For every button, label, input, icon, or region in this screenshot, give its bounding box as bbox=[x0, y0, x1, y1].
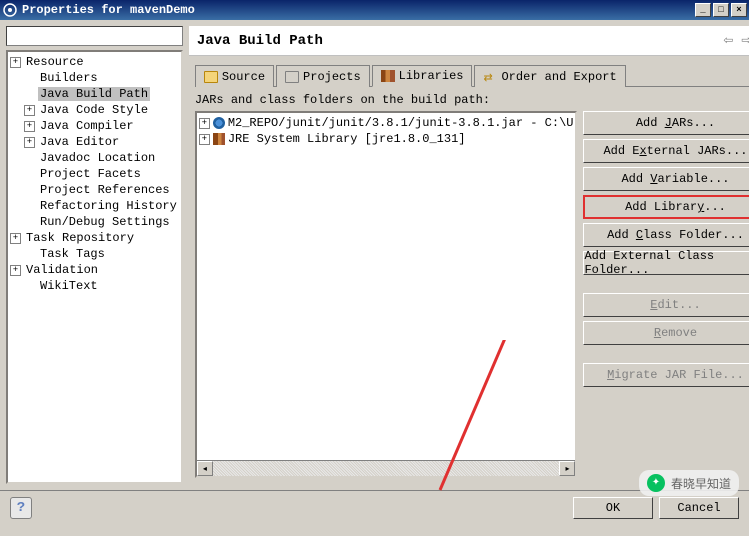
minimize-button[interactable]: _ bbox=[695, 3, 711, 17]
folder-icon bbox=[204, 71, 218, 83]
tree-item[interactable]: Refactoring History bbox=[10, 198, 179, 214]
tab-source[interactable]: Source bbox=[195, 65, 274, 87]
tree-label: Java Editor bbox=[38, 135, 121, 149]
tree-item[interactable]: +Java Code Style bbox=[10, 102, 179, 118]
list-item[interactable]: + M2_REPO/junit/junit/3.8.1/junit-3.8.1.… bbox=[199, 115, 574, 131]
tree-item[interactable]: Task Tags bbox=[10, 246, 179, 262]
maximize-button[interactable]: □ bbox=[713, 3, 729, 17]
tree-label: Refactoring History bbox=[38, 199, 179, 213]
tree-label: Resource bbox=[24, 55, 86, 69]
order-icon bbox=[483, 71, 497, 83]
tree-label: Java Build Path bbox=[38, 87, 150, 101]
right-panel: Java Build Path ⇦ ⇨ ▾ Source Projects Li… bbox=[189, 26, 749, 484]
tree-item[interactable]: +Task Repository bbox=[10, 230, 179, 246]
remove-button: Remove bbox=[583, 321, 749, 345]
cancel-button[interactable]: Cancel bbox=[659, 497, 739, 519]
expand-icon[interactable]: + bbox=[10, 233, 21, 244]
tree-item[interactable]: WikiText bbox=[10, 278, 179, 294]
filter-input[interactable] bbox=[6, 26, 183, 46]
tree-label: Java Compiler bbox=[38, 119, 136, 133]
tree-item[interactable]: Builders bbox=[10, 70, 179, 86]
window-title: Properties for mavenDemo bbox=[22, 3, 695, 17]
tree-item[interactable]: Run/Debug Settings bbox=[10, 214, 179, 230]
tree-label: Task Tags bbox=[38, 247, 107, 261]
help-icon[interactable]: ? bbox=[10, 497, 32, 519]
add-class-folder-button[interactable]: Add Class Folder... bbox=[583, 223, 749, 247]
app-icon bbox=[2, 2, 18, 18]
tree-item[interactable]: +Java Compiler bbox=[10, 118, 179, 134]
library-icon bbox=[381, 70, 395, 82]
page-title: Java Build Path bbox=[197, 33, 724, 49]
bottom-bar: ? OK Cancel bbox=[0, 490, 749, 524]
tree-item[interactable]: Javadoc Location bbox=[10, 150, 179, 166]
tab-projects[interactable]: Projects bbox=[276, 65, 370, 87]
library-icon bbox=[213, 133, 225, 145]
horizontal-scrollbar[interactable]: ◂ ▸ bbox=[197, 460, 576, 476]
tree-label: Task Repository bbox=[24, 231, 136, 245]
tree-item[interactable]: +Resource bbox=[10, 54, 179, 70]
expand-icon[interactable]: + bbox=[10, 265, 21, 276]
add-variable-button[interactable]: Add Variable... bbox=[583, 167, 749, 191]
list-caption: JARs and class folders on the build path… bbox=[189, 89, 749, 111]
jar-list[interactable]: + M2_REPO/junit/junit/3.8.1/junit-3.8.1.… bbox=[195, 111, 578, 478]
tree-label: Validation bbox=[24, 263, 100, 277]
expand-icon[interactable]: + bbox=[24, 105, 35, 116]
tree-label: Run/Debug Settings bbox=[38, 215, 172, 229]
tab-order[interactable]: Order and Export bbox=[474, 65, 625, 87]
jar-icon bbox=[213, 117, 225, 129]
tree-label: Java Code Style bbox=[38, 103, 150, 117]
nav-tree[interactable]: +ResourceBuildersJava Build Path+Java Co… bbox=[6, 50, 183, 484]
tab-libraries[interactable]: Libraries bbox=[372, 65, 473, 87]
expand-icon[interactable]: + bbox=[24, 121, 35, 132]
add-library-button[interactable]: Add Library... bbox=[583, 195, 749, 219]
tree-label: WikiText bbox=[38, 279, 100, 293]
tree-item[interactable]: Project Facets bbox=[10, 166, 179, 182]
tree-item[interactable]: +Java Editor bbox=[10, 134, 179, 150]
tree-label: Project References bbox=[38, 183, 172, 197]
close-button[interactable]: × bbox=[731, 3, 747, 17]
tree-item[interactable]: +Validation bbox=[10, 262, 179, 278]
tree-item[interactable]: Project References bbox=[10, 182, 179, 198]
scroll-left-icon[interactable]: ◂ bbox=[197, 461, 213, 476]
titlebar: Properties for mavenDemo _ □ × bbox=[0, 0, 749, 20]
add-external-class-folder-button[interactable]: Add External Class Folder... bbox=[583, 251, 749, 275]
expand-icon[interactable]: + bbox=[199, 118, 210, 129]
tabs: Source Projects Libraries Order and Expo… bbox=[195, 64, 749, 87]
tree-label: Project Facets bbox=[38, 167, 143, 181]
folder-icon bbox=[285, 71, 299, 83]
expand-icon[interactable]: + bbox=[10, 57, 21, 68]
nav-back-icon[interactable]: ⇦ bbox=[723, 33, 733, 48]
migrate-jar-button: Migrate JAR File... bbox=[583, 363, 749, 387]
tree-label: Javadoc Location bbox=[38, 151, 157, 165]
edit-button: Edit... bbox=[583, 293, 749, 317]
tree-label: Builders bbox=[38, 71, 100, 85]
nav-fwd-icon[interactable]: ⇨ bbox=[741, 33, 749, 48]
add-jars-button[interactable]: Add JARs... bbox=[583, 111, 749, 135]
scroll-right-icon[interactable]: ▸ bbox=[559, 461, 575, 476]
ok-button[interactable]: OK bbox=[573, 497, 653, 519]
expand-icon[interactable]: + bbox=[24, 137, 35, 148]
wechat-icon: ✦ bbox=[647, 474, 665, 492]
list-item[interactable]: + JRE System Library [jre1.8.0_131] bbox=[199, 131, 574, 147]
watermark: ✦ 春晓早知道 bbox=[639, 470, 739, 496]
add-external-jars-button[interactable]: Add External JARs... bbox=[583, 139, 749, 163]
expand-icon[interactable]: + bbox=[199, 134, 210, 145]
left-panel: +ResourceBuildersJava Build Path+Java Co… bbox=[6, 26, 183, 484]
tree-item[interactable]: Java Build Path bbox=[10, 86, 179, 102]
